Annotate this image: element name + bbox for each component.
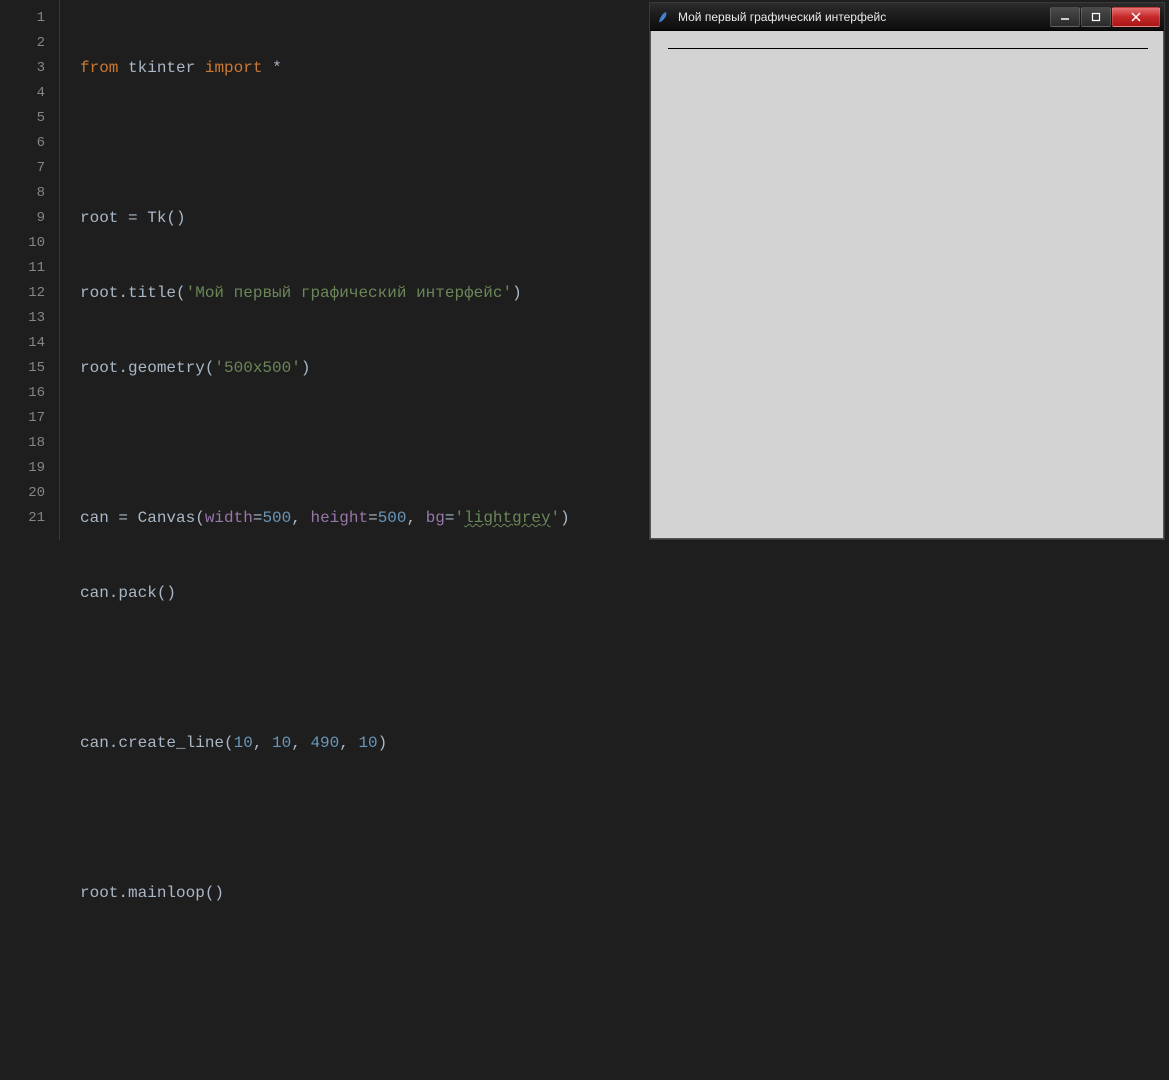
tk-feather-icon (656, 9, 672, 25)
gutter-line: 13 (0, 306, 45, 331)
gutter-line: 19 (0, 456, 45, 481)
gutter-line: 18 (0, 431, 45, 456)
param-bg: bg (426, 509, 445, 527)
gutter-line: 7 (0, 156, 45, 181)
gutter-line: 12 (0, 281, 45, 306)
statement: can.pack() (80, 584, 176, 602)
line-number-gutter: 1 2 3 4 5 6 7 8 9 10 11 12 13 14 15 16 1… (0, 0, 60, 540)
call-pre: can.create_line( (80, 734, 234, 752)
gutter-line: 1 (0, 6, 45, 31)
tk-canvas[interactable] (658, 38, 1156, 531)
keyword-from: from (80, 59, 118, 77)
number: 10 (234, 734, 253, 752)
gutter-line: 6 (0, 131, 45, 156)
gutter-line: 15 (0, 356, 45, 381)
code-line-9[interactable] (80, 656, 1169, 681)
comma: , (253, 734, 272, 752)
code-line-10[interactable]: can.create_line(10, 10, 490, 10) (80, 731, 1169, 756)
comma: , (407, 509, 426, 527)
gutter-line: 20 (0, 481, 45, 506)
module-name: tkinter (128, 59, 195, 77)
call-post: ) (301, 359, 311, 377)
call-post: ) (378, 734, 388, 752)
number: 490 (310, 734, 339, 752)
statement: root = Tk() (80, 209, 186, 227)
string-quote: ' (455, 509, 465, 527)
gutter-line: 14 (0, 331, 45, 356)
window-client-area (650, 31, 1164, 539)
keyword-import: import (205, 59, 263, 77)
number: 10 (272, 734, 291, 752)
equals: = (445, 509, 455, 527)
star: * (272, 59, 282, 77)
string-value: lightgrey (464, 509, 550, 527)
window-controls (1050, 7, 1160, 27)
gutter-line: 17 (0, 406, 45, 431)
param-width: width (205, 509, 253, 527)
number: 10 (358, 734, 377, 752)
string-literal: '500x500' (214, 359, 300, 377)
statement: root.mainloop() (80, 884, 224, 902)
gutter-line: 10 (0, 231, 45, 256)
call-pre: root.title( (80, 284, 186, 302)
canvas-drawn-line (668, 48, 1148, 49)
close-button[interactable] (1112, 7, 1160, 27)
window-titlebar[interactable]: Мой первый графический интерфейс (650, 3, 1164, 31)
minimize-button[interactable] (1050, 7, 1080, 27)
param-height: height (310, 509, 368, 527)
window-title: Мой первый графический интерфейс (678, 10, 1050, 24)
call-post: ) (512, 284, 522, 302)
comma: , (291, 734, 310, 752)
number: 500 (262, 509, 291, 527)
code-line-11[interactable] (80, 806, 1169, 831)
number: 500 (378, 509, 407, 527)
comma: , (291, 509, 310, 527)
string-literal: 'Мой первый графический интерфейс' (186, 284, 512, 302)
equals: = (253, 509, 263, 527)
gutter-line: 4 (0, 81, 45, 106)
gutter-line: 16 (0, 381, 45, 406)
minimize-icon (1060, 12, 1070, 22)
tkinter-output-window[interactable]: Мой первый графический интерфейс (649, 2, 1165, 540)
maximize-button[interactable] (1081, 7, 1111, 27)
close-icon (1131, 12, 1141, 22)
code-line-12[interactable]: root.mainloop() (80, 881, 1169, 906)
comma: , (339, 734, 358, 752)
gutter-line: 9 (0, 206, 45, 231)
gutter-line: 5 (0, 106, 45, 131)
equals: = (368, 509, 378, 527)
gutter-line: 3 (0, 56, 45, 81)
call-pre: can = Canvas( (80, 509, 205, 527)
gutter-line: 8 (0, 181, 45, 206)
code-line-8[interactable]: can.pack() (80, 581, 1169, 606)
call-post: ) (560, 509, 570, 527)
gutter-line: 2 (0, 31, 45, 56)
string-quote: ' (551, 509, 561, 527)
code-line-14[interactable] (80, 1031, 1169, 1056)
maximize-icon (1091, 12, 1101, 22)
gutter-line: 11 (0, 256, 45, 281)
gutter-line: 21 (0, 506, 45, 531)
code-line-13[interactable] (80, 956, 1169, 981)
call-pre: root.geometry( (80, 359, 214, 377)
